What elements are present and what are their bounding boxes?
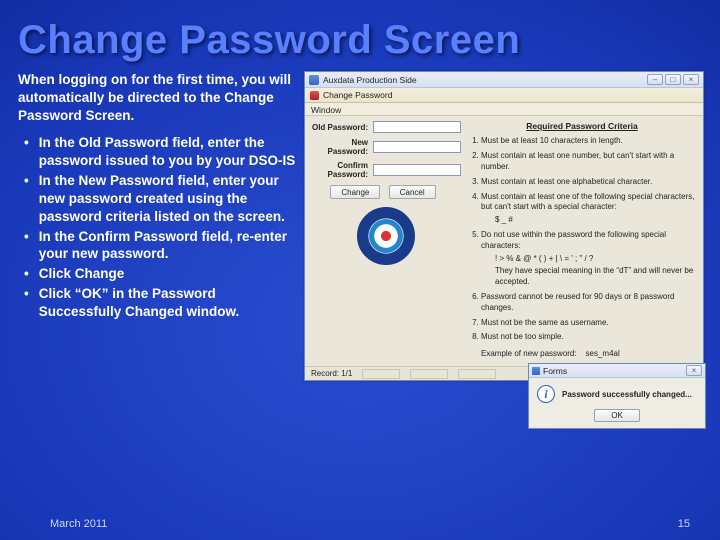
coast-guard-seal-icon [357, 207, 415, 265]
right-column: Auxdata Production Side – □ × Change Pas… [304, 71, 704, 381]
info-icon: i [537, 385, 555, 403]
slide-number: 15 [678, 518, 690, 530]
criteria-item: Must contain at least one number, but ca… [481, 151, 697, 173]
menu-window[interactable]: Window [311, 105, 341, 115]
sub-titlebar-text: Change Password [323, 90, 392, 100]
footer-date: March 2011 [50, 518, 107, 530]
sub-titlebar: Change Password [305, 88, 703, 103]
titlebar: Auxdata Production Side – □ × [305, 72, 703, 88]
list-item: In the Confirm Password field, re-enter … [24, 228, 296, 264]
new-password-input[interactable] [373, 141, 461, 153]
dialog-title-text: Forms [543, 366, 567, 376]
old-password-input[interactable] [373, 121, 461, 133]
minimize-button[interactable]: – [647, 74, 663, 85]
criteria-heading: Required Password Criteria [467, 121, 697, 132]
bullet-text: In the Old Password field, enter the pas… [39, 134, 296, 170]
left-column: When logging on for the first time, you … [18, 71, 296, 381]
list-item: In the Old Password field, enter the pas… [24, 134, 296, 170]
criteria-item: Do not use within the password the follo… [481, 230, 697, 288]
status-record: Record: 1/1 [311, 369, 352, 378]
criteria-list: Must be at least 10 characters in length… [467, 136, 697, 343]
criteria-item: Must contain at least one of the followi… [481, 192, 697, 226]
new-password-label: New Password: [311, 138, 373, 156]
list-item: Click “OK” in the Password Successfully … [24, 285, 296, 321]
ok-button[interactable]: OK [594, 409, 640, 422]
dialog-close-button[interactable]: × [686, 365, 702, 376]
slide-title: Change Password Screen [0, 0, 720, 67]
bullet-text: Click “OK” in the Password Successfully … [39, 285, 296, 321]
form-side: Old Password: New Password: Confirm Pass… [311, 121, 461, 360]
example-value: ses_m4al [586, 349, 620, 358]
menubar: Window [305, 103, 703, 116]
app-window: Auxdata Production Side – □ × Change Pas… [304, 71, 704, 381]
list-item: In the New Password field, enter your ne… [24, 172, 296, 225]
example-label: Example of new password: [481, 349, 577, 358]
cancel-button[interactable]: Cancel [389, 185, 436, 199]
list-item: Click Change [24, 265, 296, 283]
slide-footer: March 2011 15 [0, 518, 720, 530]
window-buttons: – □ × [647, 74, 699, 85]
old-password-label: Old Password: [311, 123, 373, 132]
dialog-titlebar: Forms × [529, 364, 705, 378]
bullet-text: In the New Password field, enter your ne… [39, 172, 296, 225]
denied-note: They have special meaning in the “dT” an… [481, 266, 697, 288]
confirm-password-label: Confirm Password: [311, 161, 373, 179]
status-cell [458, 369, 496, 379]
bullet-text: In the Confirm Password field, re-enter … [39, 228, 296, 264]
maximize-button[interactable]: □ [665, 74, 681, 85]
criteria-side: Required Password Criteria Must be at le… [467, 121, 697, 360]
dialog-icon [532, 367, 540, 375]
titlebar-text: Auxdata Production Side [323, 75, 417, 85]
slide-content: When logging on for the first time, you … [0, 67, 720, 381]
criteria-item: Must not be the same as username. [481, 318, 697, 329]
form-icon [310, 91, 319, 100]
status-cell [362, 369, 400, 379]
change-button[interactable]: Change [330, 185, 380, 199]
allowed-specials: $ _ # [481, 215, 697, 226]
intro-text: When logging on for the first time, you … [18, 71, 296, 124]
instruction-list: In the Old Password field, enter the pas… [18, 134, 296, 320]
dialog-window: Forms × i Password successfully changed.… [528, 363, 706, 429]
bullet-text: Click Change [39, 265, 125, 283]
confirm-password-input[interactable] [373, 164, 461, 176]
dialog-message: Password successfully changed... [562, 390, 692, 399]
criteria-item: Must contain at least one alphabetical c… [481, 177, 697, 188]
example-row: Example of new password: ses_m4al [467, 349, 697, 360]
app-icon [309, 75, 319, 85]
criteria-item: Password cannot be reused for 90 days or… [481, 292, 697, 314]
status-cell [410, 369, 448, 379]
denied-specials: ! > % & @ * ( ) + | \ = ' ; " / ? [481, 254, 697, 265]
criteria-item: Must be at least 10 characters in length… [481, 136, 697, 147]
app-body: Old Password: New Password: Confirm Pass… [305, 116, 703, 366]
close-button[interactable]: × [683, 74, 699, 85]
criteria-item: Must not be too simple. [481, 332, 697, 343]
